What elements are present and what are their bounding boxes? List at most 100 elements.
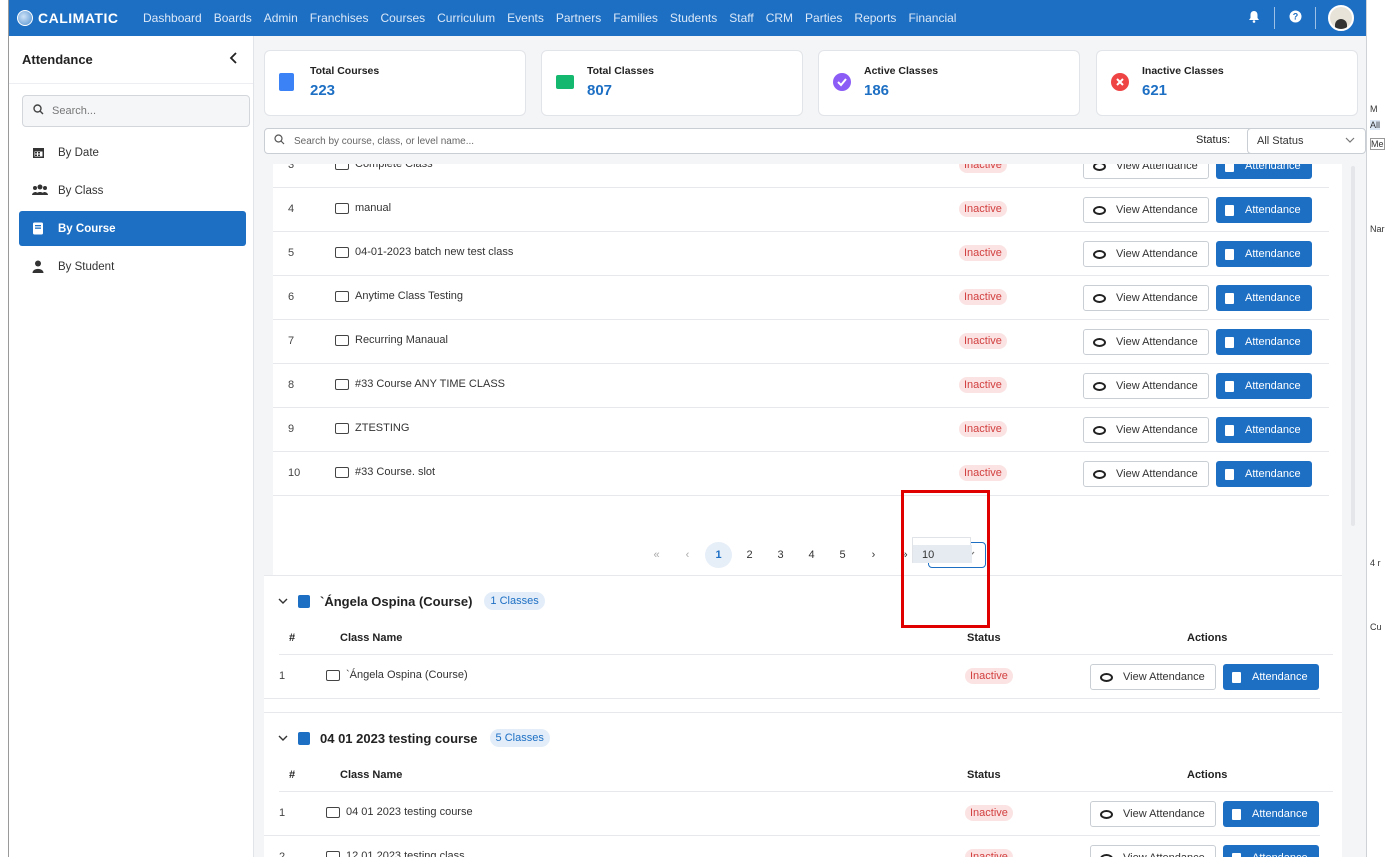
sidebar: Attendance Search... By Date By Class By… xyxy=(9,36,254,857)
devtools-text[interactable]: All xyxy=(1370,120,1381,130)
class-name[interactable]: 12 01 2023 testing class xyxy=(326,850,465,857)
view-attendance-button[interactable]: View Attendance xyxy=(1083,164,1209,179)
column-header-actions: Actions xyxy=(1187,632,1228,644)
devtools-text: Nar xyxy=(1370,224,1385,234)
class-name[interactable]: #33 Course. slot xyxy=(335,466,435,478)
class-name[interactable]: Complete Class xyxy=(335,164,433,170)
nav-crm[interactable]: CRM xyxy=(766,11,793,25)
view-attendance-button[interactable]: View Attendance xyxy=(1083,461,1209,487)
nav-students[interactable]: Students xyxy=(670,11,717,25)
attendance-button[interactable]: Attendance xyxy=(1216,197,1312,223)
status-badge: Inactive xyxy=(959,465,1007,481)
devtools-text[interactable]: Me xyxy=(1370,138,1385,150)
clipboard-icon xyxy=(1225,248,1234,260)
table-row: 1 `Ángela Ospina (Course) Inactive View Att… xyxy=(264,655,1320,699)
prev-page-button[interactable]: ‹ xyxy=(674,542,701,568)
logo[interactable]: CALIMATIC xyxy=(17,10,143,26)
column-header-num: # xyxy=(289,632,296,644)
view-attendance-button[interactable]: View Attendance xyxy=(1090,664,1216,690)
nav-partners[interactable]: Partners xyxy=(556,11,601,25)
sidebar-item-by-class[interactable]: By Class xyxy=(19,173,246,208)
sidebar-item-by-student[interactable]: By Student xyxy=(19,249,246,284)
chevron-down-icon[interactable] xyxy=(278,595,288,607)
nav-courses[interactable]: Courses xyxy=(380,11,425,25)
stat-value: 186 xyxy=(864,82,890,99)
column-header-class-name: Class Name xyxy=(340,632,403,644)
view-attendance-button[interactable]: View Attendance xyxy=(1083,417,1209,443)
view-attendance-button[interactable]: View Attendance xyxy=(1083,197,1209,223)
next-page-button[interactable]: › xyxy=(860,542,887,568)
attendance-button[interactable]: Attendance xyxy=(1216,461,1312,487)
devtools-text: 4 r xyxy=(1370,558,1381,568)
attendance-button[interactable]: Attendance xyxy=(1223,845,1319,857)
sidebar-item-by-course[interactable]: By Course xyxy=(19,211,246,246)
nav-admin[interactable]: Admin xyxy=(264,11,298,25)
class-name[interactable]: Anytime Class Testing xyxy=(335,290,463,302)
nav-dashboard[interactable]: Dashboard xyxy=(143,11,202,25)
page-button-2[interactable]: 2 xyxy=(736,542,763,568)
collapse-chevron-icon[interactable] xyxy=(229,51,239,69)
devtools-text: Cu xyxy=(1370,622,1382,632)
attendance-button[interactable]: Attendance xyxy=(1216,285,1312,311)
help-icon[interactable]: ? xyxy=(1281,10,1309,26)
nav-staff[interactable]: Staff xyxy=(729,11,753,25)
view-attendance-button[interactable]: View Attendance xyxy=(1083,285,1209,311)
view-attendance-button[interactable]: View Attendance xyxy=(1083,373,1209,399)
attendance-button[interactable]: Attendance xyxy=(1216,373,1312,399)
nav-curriculum[interactable]: Curriculum xyxy=(437,11,495,25)
attendance-button[interactable]: Attendance xyxy=(1216,417,1312,443)
attendance-button[interactable]: Attendance xyxy=(1216,329,1312,355)
nav-events[interactable]: Events xyxy=(507,11,544,25)
avatar[interactable] xyxy=(1328,5,1354,31)
nav-reports[interactable]: Reports xyxy=(854,11,896,25)
view-attendance-label: View Attendance xyxy=(1123,852,1205,857)
stat-value: 223 xyxy=(310,82,336,99)
clipboard-icon xyxy=(1225,380,1234,392)
class-name[interactable]: #33 Course ANY TIME CLASS xyxy=(335,378,505,390)
attendance-button[interactable]: Attendance xyxy=(1216,241,1312,267)
nav-parties[interactable]: Parties xyxy=(805,11,842,25)
course-header[interactable]: `Ángela Ospina (Course) 1 Classes xyxy=(278,592,545,610)
sidebar-search-placeholder: Search... xyxy=(52,105,97,117)
view-attendance-button[interactable]: View Attendance xyxy=(1083,241,1209,267)
sidebar-search-input[interactable]: Search... xyxy=(22,95,250,127)
attendance-label: Attendance xyxy=(1252,808,1308,820)
bell-icon[interactable] xyxy=(1240,10,1268,26)
chevron-down-icon[interactable] xyxy=(278,732,288,744)
page-button-3[interactable]: 3 xyxy=(767,542,794,568)
class-name[interactable]: manual xyxy=(335,202,391,214)
stat-card-total-classes: Total Classes 807 xyxy=(541,50,803,116)
view-attendance-button[interactable]: View Attendance xyxy=(1090,801,1216,827)
calendar-icon xyxy=(32,146,48,160)
sidebar-item-by-date[interactable]: By Date xyxy=(19,135,246,170)
page-button-1[interactable]: 1 xyxy=(705,542,732,568)
class-name[interactable]: `Ángela Ospina (Course) xyxy=(326,669,468,681)
class-name[interactable]: ZTESTING xyxy=(335,422,409,434)
class-name[interactable]: 04 01 2023 testing course xyxy=(326,806,473,818)
search-icon xyxy=(274,134,285,148)
attendance-button[interactable]: Attendance xyxy=(1216,164,1312,179)
course-search-input[interactable]: Search by course, class, or level name..… xyxy=(264,128,1288,154)
first-page-button[interactable]: « xyxy=(643,542,670,568)
nav-families[interactable]: Families xyxy=(613,11,658,25)
panel-scrollbar[interactable] xyxy=(1350,166,1357,566)
attendance-button[interactable]: Attendance xyxy=(1223,801,1319,827)
page-button-5[interactable]: 5 xyxy=(829,542,856,568)
stat-value: 621 xyxy=(1142,82,1168,99)
view-attendance-label: View Attendance xyxy=(1116,380,1198,392)
view-attendance-button[interactable]: View Attendance xyxy=(1090,845,1216,857)
class-name[interactable]: Recurring Manaual xyxy=(335,334,448,346)
row-number: 10 xyxy=(288,467,301,479)
page-button-4[interactable]: 4 xyxy=(798,542,825,568)
nav-boards[interactable]: Boards xyxy=(214,11,252,25)
nav-franchises[interactable]: Franchises xyxy=(310,11,369,25)
course-header[interactable]: 04 01 2023 testing course 5 Classes xyxy=(278,729,550,747)
sidebar-item-label: By Class xyxy=(58,184,104,197)
view-attendance-button[interactable]: View Attendance xyxy=(1083,329,1209,355)
check-circle-icon xyxy=(833,73,851,91)
attendance-button[interactable]: Attendance xyxy=(1223,664,1319,690)
status-filter-select[interactable]: All Status xyxy=(1247,128,1366,154)
nav-financial[interactable]: Financial xyxy=(908,11,956,25)
status-badge: Inactive xyxy=(965,805,1013,821)
class-name[interactable]: 04-01-2023 batch new test class xyxy=(335,246,513,258)
